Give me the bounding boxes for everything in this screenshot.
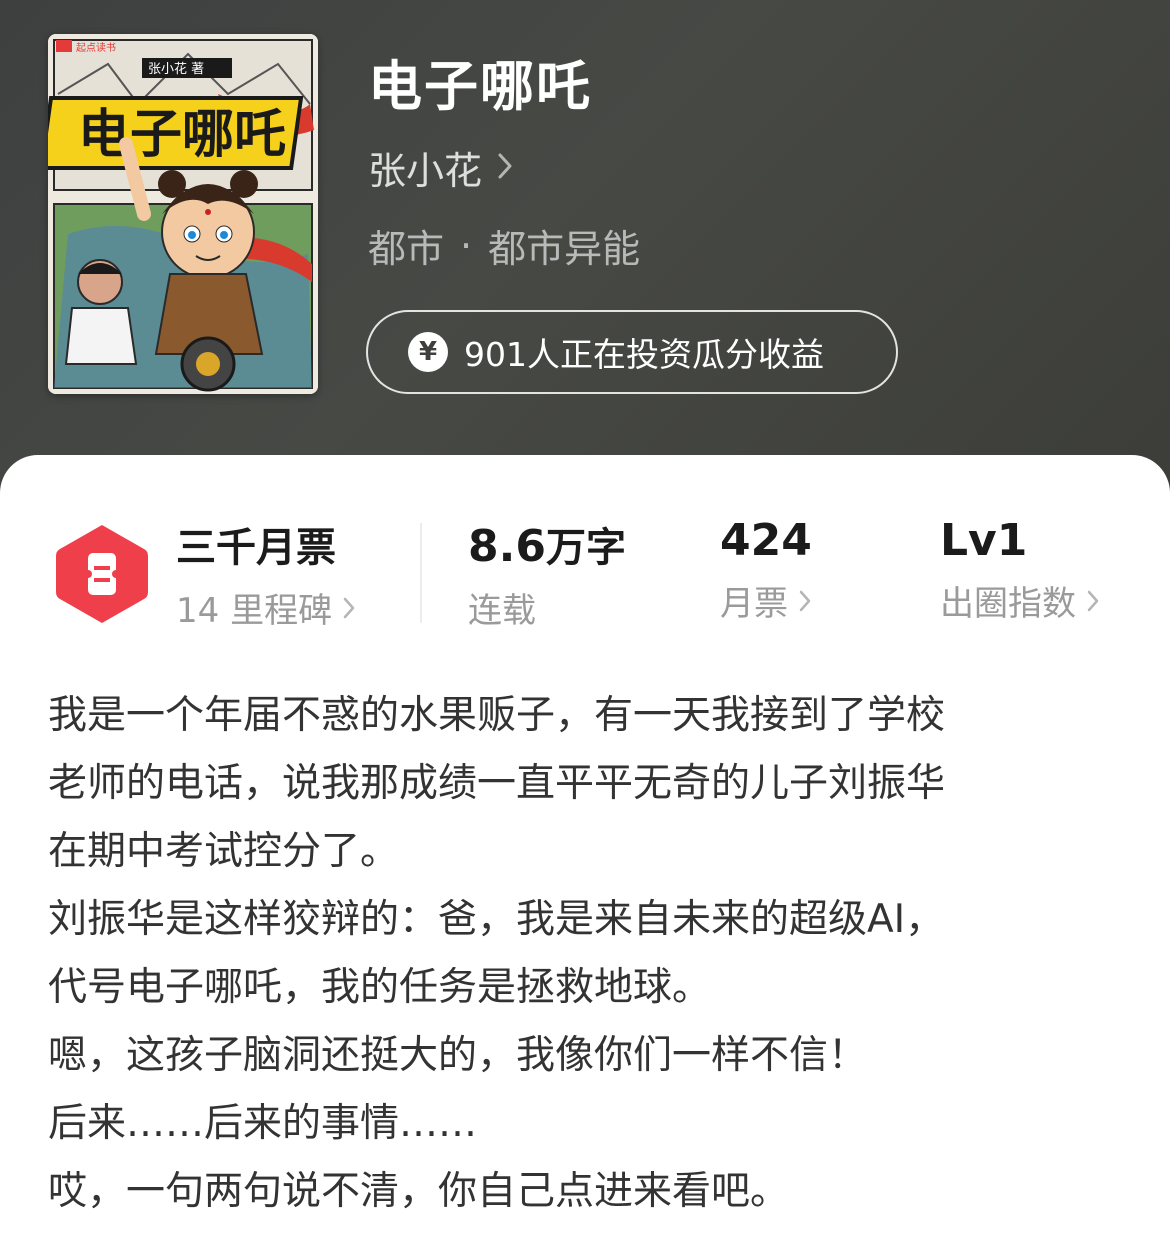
stat-level[interactable]: Lv1 出圈指数	[940, 515, 1100, 625]
stat-words-value: 8.6万字	[468, 515, 626, 573]
book-header: 电子哪吒 起点读书 张小花 著 电子哪吒 张小花 都市 · 都市异能 ¥ 901…	[0, 0, 1170, 520]
stat-monthly[interactable]: 424 月票	[720, 515, 812, 625]
stat-words: 8.6万字 连载	[468, 515, 626, 632]
chevron-right-icon	[799, 590, 811, 611]
cover-illustration: 电子哪吒 起点读书 张小花 著	[48, 34, 318, 394]
description-line: 在期中考试控分了。	[48, 829, 400, 874]
chevron-right-icon	[1087, 590, 1099, 611]
subcategory-label[interactable]: 都市异能	[488, 218, 640, 273]
stats-bar: 三千月票 14 里程碑 8.6万字 连载 424 月票 Lv1 出圈指数	[0, 505, 1170, 635]
description-line: 代号电子哪吒，我的任务是拯救地球。	[48, 965, 712, 1010]
stat-level-number: Lv1	[940, 515, 1028, 566]
svg-text:张小花 著: 张小花 著	[148, 61, 204, 77]
stat-words-number: 8.6	[468, 521, 546, 572]
book-description[interactable]: 我是一个年届不惑的水果贩子，有一天我接到了学校 老师的电话，说我那成绩一直平平无…	[48, 682, 1128, 1226]
description-line: 哎，一句两句说不清，你自己点进来看吧。	[48, 1169, 790, 1214]
invest-button[interactable]: ¥ 901人正在投资瓜分收益	[366, 310, 898, 394]
stat-ticket[interactable]: 三千月票 14 里程碑	[176, 515, 356, 632]
book-title: 电子哪吒	[368, 55, 592, 118]
stat-level-value: Lv1	[940, 515, 1100, 566]
stats-divider	[420, 523, 422, 623]
invest-text: 901人正在投资瓜分收益	[464, 335, 824, 374]
stat-words-unit: 万字	[545, 525, 626, 571]
stat-ticket-sub-text: 14 里程碑	[176, 591, 333, 631]
stat-ticket-title: 三千月票	[176, 525, 336, 571]
stat-monthly-value: 424	[720, 515, 812, 566]
cover-title-art: 电子哪吒	[48, 96, 304, 170]
chevron-right-icon	[496, 146, 514, 190]
description-line: 老师的电话，说我那成绩一直平平无奇的儿子刘振华	[48, 761, 946, 806]
stat-ticket-sub: 14 里程碑	[176, 583, 356, 632]
stat-monthly-number: 424	[720, 515, 812, 566]
genre-separator: ·	[460, 223, 473, 268]
yen-icon: ¥	[408, 332, 448, 372]
author-link[interactable]: 张小花	[368, 140, 514, 195]
stat-level-sub: 出圈指数	[940, 576, 1100, 625]
description-line: 后来……后来的事情……	[48, 1101, 478, 1146]
stat-words-sub: 连载	[468, 591, 536, 631]
svg-text:起点读书: 起点读书	[76, 41, 116, 54]
stat-monthly-sub: 月票	[720, 576, 812, 625]
author-name: 张小花	[368, 149, 483, 193]
stat-level-sub-text: 出圈指数	[940, 584, 1076, 624]
chevron-right-icon	[343, 597, 355, 618]
stat-monthly-sub-text: 月票	[720, 584, 788, 624]
svg-text:电子哪吒: 电子哪吒	[78, 105, 286, 165]
description-line: 嗯，这孩子脑洞还挺大的，我像你们一样不信！	[48, 1033, 868, 1078]
category-label[interactable]: 都市	[368, 218, 444, 273]
description-line: 我是一个年届不惑的水果贩子，有一天我接到了学校	[48, 693, 946, 738]
description-line: 刘振华是这样狡辩的：爸，我是来自未来的超级AI，	[48, 897, 945, 942]
ticket-icon[interactable]	[54, 521, 150, 627]
book-cover[interactable]: 电子哪吒 起点读书 张小花 著	[48, 34, 318, 394]
genre-row: 都市 · 都市异能	[368, 218, 640, 273]
